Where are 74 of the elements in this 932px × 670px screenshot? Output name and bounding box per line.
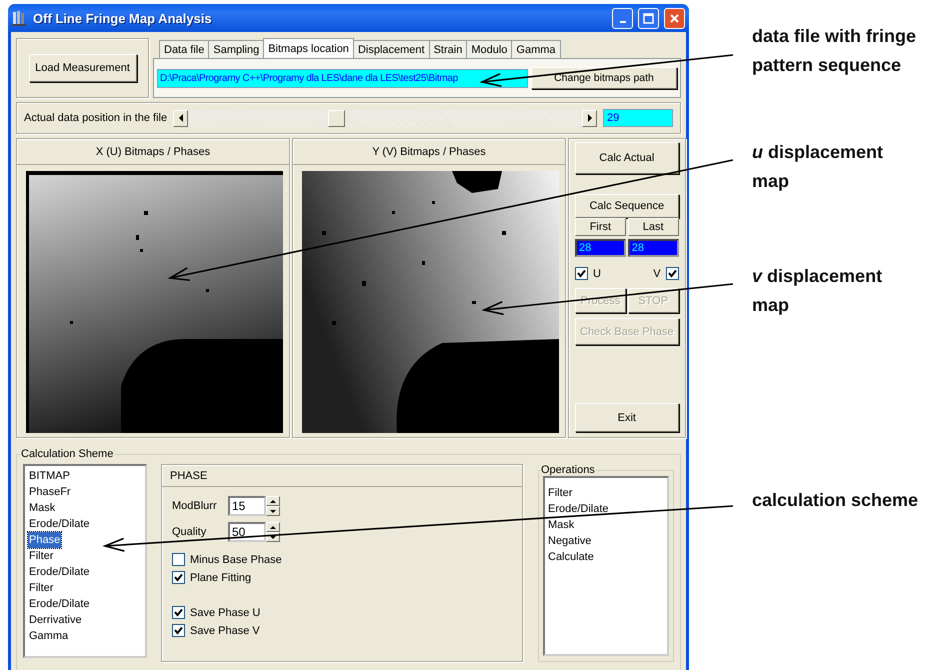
- app-icon: [12, 10, 28, 26]
- checkbox[interactable]: Save Phase V: [172, 624, 512, 637]
- checkbox[interactable]: Minus Base Phase: [172, 553, 512, 566]
- list-box[interactable]: BITMAP PhaseFr Mask Erode/Dilate Phase Filter Erode/Dilate Filter Erode/Dilate Derrivative Gamma: [23, 464, 147, 658]
- check-icon: [577, 269, 586, 278]
- list-item[interactable]: Filter: [28, 580, 54, 596]
- triangle-icon: [586, 114, 592, 122]
- annotation-text: calculation scheme: [752, 489, 920, 512]
- checkbox[interactable]: Plane Fitting: [172, 571, 512, 584]
- check-icon: [174, 573, 183, 582]
- close-button[interactable]: [664, 8, 685, 28]
- minimize-button[interactable]: [612, 8, 633, 28]
- scrollbar-track[interactable]: [173, 110, 597, 126]
- number-field[interactable]: 28: [628, 239, 679, 257]
- calc-actual-button[interactable]: Calc Actual: [575, 142, 679, 174]
- number-field[interactable]: 28: [575, 239, 626, 257]
- tab[interactable]: Data file: [159, 40, 210, 58]
- triangle-icon: [178, 114, 184, 122]
- path-field[interactable]: D:\Praca\Programy C++\Programy dla LES\dane dla LES\test25\Bitmap: [157, 68, 528, 88]
- list-item[interactable]: Negative: [548, 533, 664, 549]
- checkbox[interactable]: Save Phase U: [172, 606, 512, 619]
- panel-title: X (U) Bitmaps / Phases: [96, 146, 210, 158]
- list-item[interactable]: Mask: [548, 517, 664, 533]
- minimize-icon: [620, 20, 626, 22]
- column-header: First: [575, 218, 626, 236]
- list-item[interactable]: Mask: [28, 500, 56, 516]
- scroll-left-button[interactable]: [173, 110, 188, 126]
- list-item[interactable]: Derrivative: [28, 612, 83, 628]
- close-icon: [669, 12, 680, 24]
- scroll-right-button[interactable]: [582, 110, 597, 126]
- position-field[interactable]: 29: [603, 109, 673, 127]
- list-item[interactable]: Calculate: [548, 549, 664, 565]
- list-item[interactable]: Gamma: [28, 628, 70, 644]
- spin-up-button[interactable]: [266, 496, 280, 506]
- annotation-text: data file with fringe pattern sequence: [752, 25, 918, 77]
- load-measurement-button[interactable]: Load Measurement: [28, 54, 136, 82]
- tab[interactable]: Modulo: [466, 40, 512, 58]
- calc-sequence-button[interactable]: Calc Sequence: [575, 194, 679, 218]
- number-field[interactable]: 50: [228, 522, 266, 542]
- list-item[interactable]: Erode/Dilate: [28, 516, 91, 532]
- number-field[interactable]: 15: [228, 496, 266, 516]
- group-title: Operations: [540, 464, 596, 476]
- column-header: Last: [628, 218, 679, 236]
- list-item[interactable]: Filter: [548, 485, 664, 501]
- list-item[interactable]: Erode/Dilate: [28, 596, 91, 612]
- field-label: Quality: [172, 526, 208, 538]
- annotation-text: u displacement map: [752, 141, 884, 193]
- window-title: Off Line Fringe Map Analysis: [33, 10, 213, 26]
- tab[interactable]: Bitmaps location: [263, 38, 354, 58]
- panel-title: Y (V) Bitmaps / Phases: [372, 146, 486, 158]
- field-label: ModBlurr: [172, 500, 218, 512]
- tab[interactable]: Sampling: [208, 40, 264, 58]
- maximize-icon: [643, 12, 654, 24]
- list-item[interactable]: Erode/Dilate: [548, 501, 664, 517]
- list-box[interactable]: Filter Erode/Dilate Mask Negative Calculate: [543, 476, 669, 656]
- tab[interactable]: Strain: [428, 40, 468, 58]
- check-icon: [668, 269, 677, 278]
- annotation-text: v displacement map: [752, 265, 884, 317]
- exit-button[interactable]: Exit: [575, 403, 679, 432]
- maximize-button[interactable]: [638, 8, 659, 28]
- tab[interactable]: Gamma: [511, 40, 561, 58]
- list-item[interactable]: PhaseFr: [28, 484, 72, 500]
- panel-title: PHASE: [170, 470, 208, 482]
- spin-up-button[interactable]: [266, 522, 280, 532]
- tab[interactable]: Displacement: [352, 40, 430, 58]
- list-item[interactable]: Erode/Dilate: [28, 564, 91, 580]
- list-item[interactable]: BITMAP: [28, 468, 71, 484]
- scrollbar-thumb[interactable]: [328, 110, 345, 126]
- change-path-button[interactable]: Change bitmaps path: [531, 67, 677, 89]
- list-item[interactable]: Filter: [28, 548, 54, 564]
- group-title: Calculation Sheme: [20, 448, 114, 460]
- position-label: Actual data position in the file: [24, 112, 168, 124]
- spin-down-button[interactable]: [266, 506, 280, 516]
- list-item[interactable]: Phase: [28, 532, 62, 548]
